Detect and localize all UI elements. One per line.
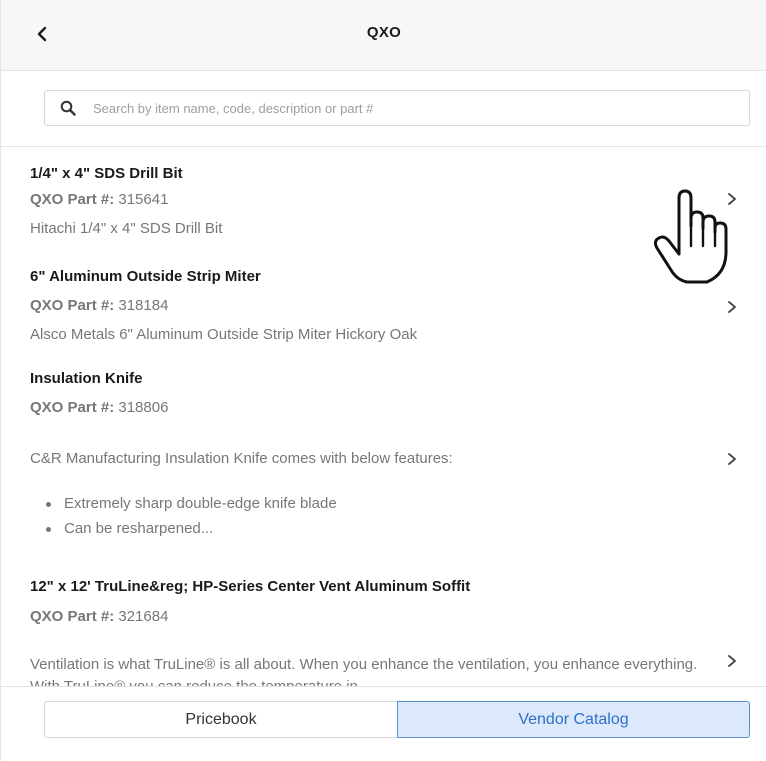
tab-vendor-catalog[interactable]: Vendor Catalog	[397, 701, 750, 738]
list-item[interactable]: 1/4" x 4" SDS Drill Bit QXO Part #: 3156…	[1, 148, 766, 250]
feature-item: Extremely sharp double-edge knife blade	[46, 494, 337, 519]
item-title: 12" x 12' TruLine&reg; HP-Series Center …	[30, 578, 471, 595]
list-item[interactable]: 12" x 12' TruLine&reg; HP-Series Center …	[1, 570, 766, 686]
part-label: QXO Part #:	[30, 191, 115, 208]
item-part-line: QXO Part #: 315641	[30, 191, 168, 208]
search-box[interactable]	[44, 90, 750, 126]
search-icon	[60, 100, 76, 116]
chevron-right-icon[interactable]	[725, 654, 739, 668]
item-title: Insulation Knife	[30, 370, 143, 387]
chevron-right-icon[interactable]	[725, 452, 739, 466]
part-number: 315641	[118, 191, 169, 208]
item-description: Alsco Metals 6" Aluminum Outside Strip M…	[30, 326, 418, 343]
part-label: QXO Part #:	[30, 399, 115, 416]
list-item[interactable]: Insulation Knife QXO Part #: 318806 C&R …	[1, 352, 766, 570]
chevron-right-icon[interactable]	[725, 300, 739, 314]
search-area	[1, 71, 766, 147]
item-title: 1/4" x 4" SDS Drill Bit	[30, 165, 183, 182]
search-input[interactable]	[93, 91, 733, 125]
part-number: 318806	[118, 399, 169, 416]
item-part-line: QXO Part #: 321684	[30, 608, 168, 625]
feature-item: Can be resharpened...	[46, 519, 337, 544]
item-list: 1/4" x 4" SDS Drill Bit QXO Part #: 3156…	[1, 148, 766, 686]
part-label: QXO Part #:	[30, 297, 115, 314]
item-title: 6" Aluminum Outside Strip Miter	[30, 268, 261, 285]
chevron-right-icon[interactable]	[725, 192, 739, 206]
part-label: QXO Part #:	[30, 608, 115, 625]
feature-list: Extremely sharp double-edge knife blade …	[46, 494, 337, 544]
item-part-line: QXO Part #: 318184	[30, 297, 168, 314]
tab-pricebook[interactable]: Pricebook	[44, 701, 397, 738]
footer-tab-bar: Pricebook Vendor Catalog	[1, 686, 766, 761]
app-frame: QXO 1/4" x 4" SDS Drill Bit QXO Part #: …	[0, 0, 766, 761]
item-description: Ventilation is what TruLine® is all abou…	[30, 656, 698, 686]
item-description: C&R Manufacturing Insulation Knife comes…	[30, 450, 453, 467]
list-item[interactable]: 6" Aluminum Outside Strip Miter QXO Part…	[1, 250, 766, 352]
item-part-line: QXO Part #: 318806	[30, 399, 168, 416]
header-bar: QXO	[1, 0, 766, 71]
part-number: 321684	[118, 608, 169, 625]
item-description: Hitachi 1/4" x 4" SDS Drill Bit	[30, 220, 223, 237]
page-title: QXO	[366, 24, 402, 41]
part-number: 318184	[118, 297, 169, 314]
